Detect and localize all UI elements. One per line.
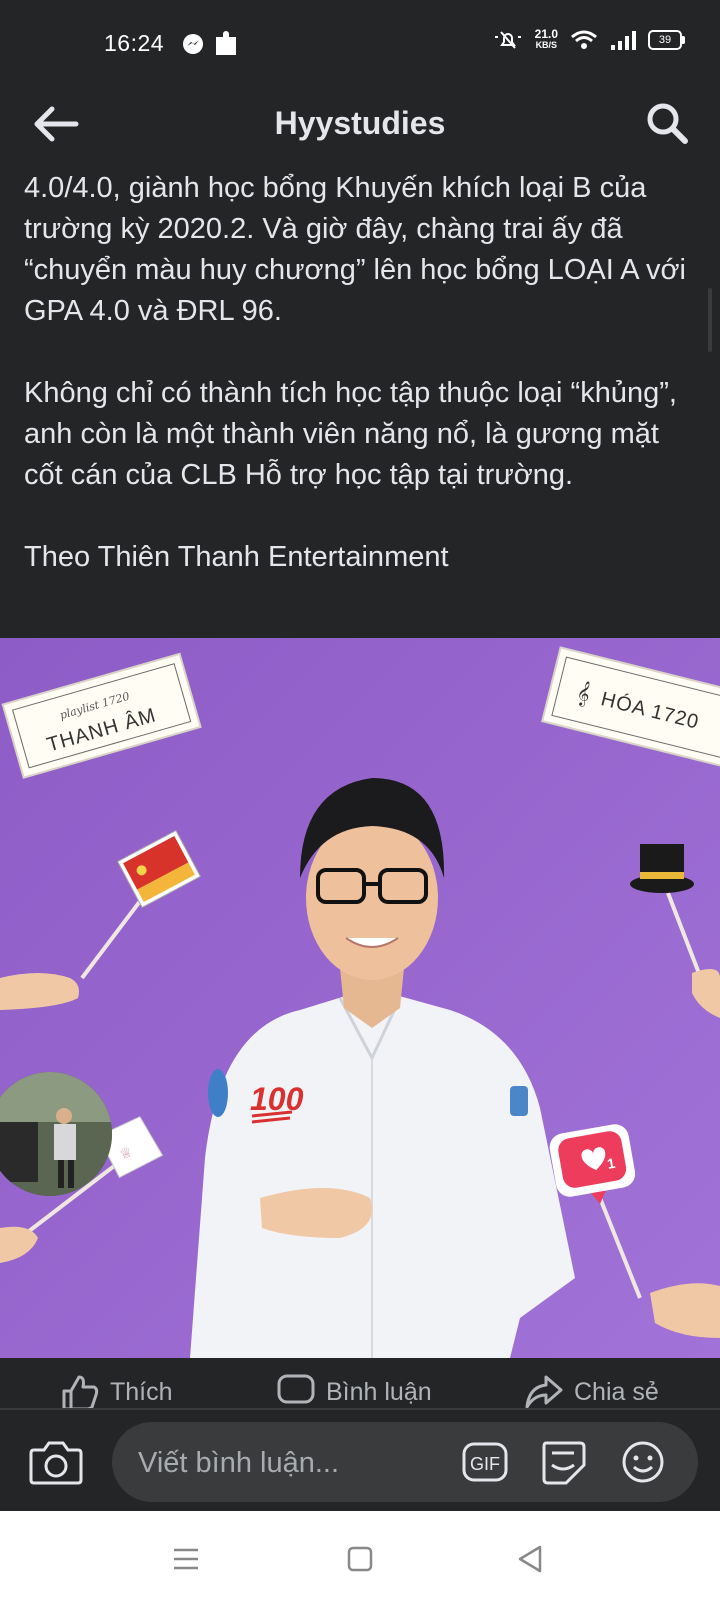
camera-button[interactable]	[28, 1436, 84, 1486]
status-time: 16:24	[104, 30, 165, 56]
like-button[interactable]: Thích	[60, 1372, 173, 1412]
post-photo[interactable]: playlist 1720 THANH ÂM 𝄞 HÓA 1720 ♕ 1 10…	[0, 638, 720, 1358]
search-button[interactable]	[644, 100, 690, 146]
square-icon	[347, 1546, 373, 1572]
comment-label: Bình luận	[326, 1377, 432, 1406]
sticker-button[interactable]	[540, 1439, 586, 1485]
photo-illustration: playlist 1720 THANH ÂM 𝄞 HÓA 1720 ♕ 1 10…	[0, 638, 720, 1358]
comment-field[interactable]: GIF	[112, 1422, 698, 1504]
signal-icon	[611, 31, 636, 50]
post-paragraph: Không chỉ có thành tích học tập thuộc lo…	[24, 377, 677, 491]
messenger-icon	[183, 34, 203, 54]
triangle-back-icon	[518, 1545, 542, 1573]
system-back-button[interactable]	[510, 1539, 550, 1579]
comment-input[interactable]	[136, 1422, 460, 1504]
camera-icon	[29, 1441, 83, 1485]
badge-100-text: 100	[250, 1081, 304, 1117]
system-nav-bar	[0, 1511, 720, 1600]
scrollbar-thumb[interactable]	[708, 288, 712, 352]
gif-icon: GIF	[462, 1442, 508, 1482]
comment-icon	[277, 1374, 315, 1404]
search-icon	[647, 103, 688, 144]
page-title: Hyystudies	[274, 105, 446, 141]
emoji-button[interactable]	[620, 1439, 666, 1485]
mute-bell-icon	[494, 31, 521, 49]
status-bar: 16:24 21.0 KB/S 39	[0, 0, 720, 90]
sticker-icon	[542, 1441, 586, 1485]
home-button[interactable]	[340, 1539, 380, 1579]
post-actions: Thích Bình luận Chia sẻ	[0, 1358, 720, 1412]
top-app-bar: Hyystudies	[0, 90, 720, 160]
post-source: Theo Thiên Thanh Entertainment	[24, 541, 449, 573]
smiley-icon	[622, 1441, 664, 1483]
comment-bar: GIF	[0, 1410, 720, 1511]
menu-lines-icon	[174, 1548, 198, 1570]
share-label: Chia sẻ	[574, 1377, 659, 1406]
recent-apps-button[interactable]	[166, 1539, 206, 1579]
svg-text:GIF: GIF	[470, 1454, 500, 1474]
post-paragraph: 4.0/4.0, giành học bổng Khuyến khích loạ…	[24, 172, 686, 327]
net-speed: 21.0 KB/S	[534, 27, 558, 50]
share-icon	[525, 1375, 563, 1409]
gif-button[interactable]: GIF	[462, 1439, 508, 1485]
comment-button[interactable]: Bình luận	[276, 1372, 432, 1412]
post-text: 4.0/4.0, giành học bổng Khuyến khích loạ…	[24, 168, 694, 578]
wifi-icon	[571, 30, 597, 49]
share-button[interactable]: Chia sẻ	[524, 1372, 659, 1412]
like-label: Thích	[110, 1377, 173, 1406]
puzzle-icon	[216, 31, 236, 55]
thumbs-up-icon	[62, 1375, 99, 1411]
battery-icon: 39	[648, 30, 685, 50]
